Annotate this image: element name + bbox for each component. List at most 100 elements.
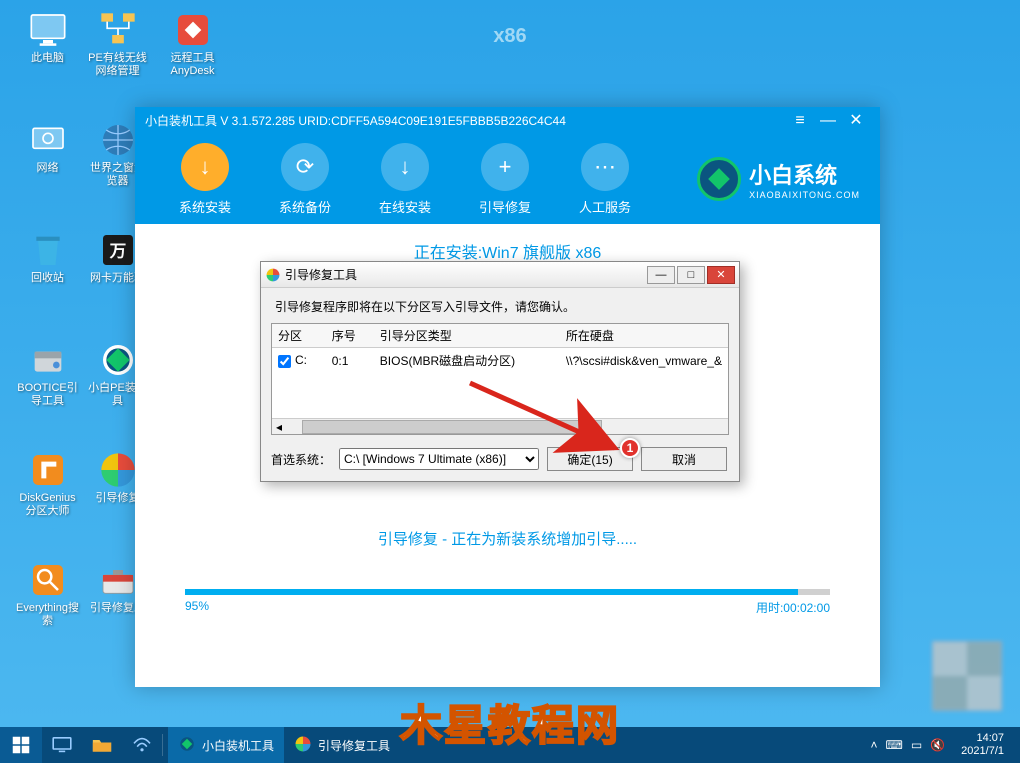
desktop-icon-label: BOOTICE引导工具 — [15, 382, 80, 408]
taskbar-app-icon — [294, 735, 312, 756]
tool-label: 引导修复 — [455, 197, 555, 216]
main-window-titlebar[interactable]: 小白装机工具 V 3.1.572.285 URID:CDFF5A594C09E1… — [135, 107, 880, 134]
tool-icon: ↓ — [381, 143, 429, 191]
desktop-icon-label: 网络 — [15, 162, 80, 175]
tool-icon: + — [481, 143, 529, 191]
taskbar-app-label: 小白装机工具 — [202, 737, 274, 754]
tool-在线安装[interactable]: ↓ 在线安装 — [355, 143, 455, 216]
partition-table[interactable]: 分区 序号 引导分区类型 所在硬盘 C: 0:1 BIOS(MBR磁盘启动分区)… — [271, 323, 729, 435]
preferred-system-label: 首选系统： — [271, 451, 331, 468]
tray-up-icon[interactable]: ˄ — [871, 738, 878, 752]
desktop-icon-BOOTICE引导工具[interactable]: BOOTICE引导工具 — [15, 340, 80, 408]
desktop-icon-DiskGenius分区大师[interactable]: DiskGenius分区大师 — [15, 450, 80, 518]
col-partition[interactable]: 分区 — [272, 324, 326, 348]
desktop-icon-label: DiskGenius分区大师 — [15, 492, 80, 518]
annotation-marker-1: 1 — [620, 438, 640, 458]
minimize-button[interactable]: — — [814, 113, 842, 129]
taskbar-app-icon — [178, 735, 196, 756]
top-indicator: x86 — [493, 25, 526, 48]
preferred-system-select[interactable]: C:\ [Windows 7 Ultimate (x86)] — [339, 448, 539, 470]
desktop-icon-Everything搜索[interactable]: Everything搜索 — [15, 560, 80, 628]
toolbar: ↓ 系统安装 ⟳ 系统备份 ↓ 在线安装 + 引导修复 ⋯ 人工服务 小白系统 XIAOBAIXI… — [135, 134, 880, 224]
bin-icon — [28, 230, 68, 270]
taskbar-app-label: 引导修复工具 — [318, 737, 390, 754]
pinwheel-icon — [98, 450, 138, 490]
main-window-title: 小白装机工具 V 3.1.572.285 URID:CDFF5A594C09E1… — [145, 112, 566, 129]
tray-battery-icon[interactable]: ▭ — [911, 738, 922, 752]
menu-icon[interactable]: ≡ — [786, 113, 814, 129]
desktop-icon-label: Everything搜索 — [15, 602, 80, 628]
taskbar-explorer-icon[interactable] — [82, 727, 122, 763]
table-row[interactable]: C: 0:1 BIOS(MBR磁盘启动分区) \\?\scsi#disk&ven… — [272, 348, 728, 374]
dialog-title: 引导修复工具 — [285, 266, 357, 283]
col-type[interactable]: 引导分区类型 — [374, 324, 560, 348]
boot-repair-status: 引导修复 - 正在为新装系统增加引导..... — [135, 528, 880, 549]
dialog-minimize-button[interactable]: — — [647, 266, 675, 284]
tool-系统安装[interactable]: ↓ 系统安装 — [155, 143, 255, 216]
dialog-titlebar[interactable]: 引导修复工具 — □ ✕ — [261, 262, 739, 288]
desktop-icon-远程工具AnyDesk[interactable]: 远程工具AnyDesk — [160, 10, 225, 78]
wan-icon: 万 — [98, 230, 138, 270]
start-button[interactable] — [0, 727, 42, 763]
tool-icon: ⋯ — [581, 143, 629, 191]
brand-url: XIAOBAIXITONG.COM — [749, 190, 860, 200]
taskbar[interactable]: 小白装机工具 引导修复工具 ˄ ⌨ ▭ 🔇 14:07 2021/7/1 — [0, 727, 1020, 763]
tool-label: 人工服务 — [555, 197, 655, 216]
monitor-icon — [28, 10, 68, 50]
progress: 95% 用时:00:02:00 — [185, 589, 830, 616]
close-button[interactable]: ✕ — [842, 113, 870, 129]
tool-label: 在线安装 — [355, 197, 455, 216]
boot-repair-dialog: 引导修复工具 — □ ✕ 引导修复程序即将在以下分区写入引导文件，请您确认。 分… — [260, 261, 740, 482]
anydesk-icon — [173, 10, 213, 50]
tool-label: 系统安装 — [155, 197, 255, 216]
taskbar-app-引导修复工具[interactable]: 引导修复工具 — [284, 727, 400, 763]
dialog-maximize-button[interactable]: □ — [677, 266, 705, 284]
tray-keyboard-icon[interactable]: ⌨ — [886, 738, 903, 752]
tool-人工服务[interactable]: ⋯ 人工服务 — [555, 143, 655, 216]
col-disk[interactable]: 所在硬盘 — [560, 324, 728, 348]
brand: 小白系统 XIAOBAIXITONG.COM — [697, 157, 860, 201]
desktop-icon-label: 此电脑 — [15, 52, 80, 65]
brand-logo-icon — [697, 157, 741, 201]
dialog-close-button[interactable]: ✕ — [707, 266, 735, 284]
taskbar-wifi-icon[interactable] — [122, 727, 162, 763]
netfolder-icon — [28, 120, 68, 160]
desktop-icon-label: 回收站 — [15, 272, 80, 285]
bootice-icon — [28, 340, 68, 380]
desktop-icon-PE有线无线网络管理[interactable]: PE有线无线网络管理 — [85, 10, 150, 78]
search-icon — [28, 560, 68, 600]
tool-引导修复[interactable]: + 引导修复 — [455, 143, 555, 216]
dialog-message: 引导修复程序即将在以下分区写入引导文件，请您确认。 — [275, 298, 729, 315]
install-status: 正在安装:Win7 旗舰版 x86 — [135, 239, 880, 263]
system-tray[interactable]: ˄ ⌨ ▭ 🔇 14:07 2021/7/1 — [871, 732, 1020, 758]
desktop-icon-label: 远程工具AnyDesk — [160, 52, 225, 78]
pinwheel-icon — [265, 267, 281, 283]
taskbar-app-小白装机工具[interactable]: 小白装机工具 — [168, 727, 284, 763]
desktop-icon-此电脑[interactable]: 此电脑 — [15, 10, 80, 65]
qr-watermark — [932, 641, 1002, 711]
taskbar-computer-icon[interactable] — [42, 727, 82, 763]
progress-time: 用时:00:02:00 — [756, 599, 830, 616]
taskbar-clock[interactable]: 14:07 2021/7/1 — [953, 732, 1012, 758]
toolbox-icon — [98, 560, 138, 600]
row-checkbox[interactable] — [278, 355, 291, 368]
cancel-button[interactable]: 取消 — [641, 447, 727, 471]
tray-volume-icon[interactable]: 🔇 — [930, 738, 945, 752]
tool-icon: ⟳ — [281, 143, 329, 191]
desktop-icon-网络[interactable]: 网络 — [15, 120, 80, 175]
brand-name: 小白系统 — [749, 158, 860, 190]
tool-label: 系统备份 — [255, 197, 355, 216]
progress-fill — [185, 589, 798, 595]
diskgenius-icon — [28, 450, 68, 490]
network-icon — [98, 10, 138, 50]
svg-text:万: 万 — [108, 242, 126, 261]
desktop-icon-label: PE有线无线网络管理 — [85, 52, 150, 78]
col-index[interactable]: 序号 — [326, 324, 374, 348]
horizontal-scrollbar[interactable]: ◂ — [272, 418, 728, 434]
tool-icon: ↓ — [181, 143, 229, 191]
progress-percent: 95% — [185, 599, 209, 616]
desktop-icon-回收站[interactable]: 回收站 — [15, 230, 80, 285]
xbpe-icon — [98, 340, 138, 380]
tool-系统备份[interactable]: ⟳ 系统备份 — [255, 143, 355, 216]
globe-icon — [98, 120, 138, 160]
